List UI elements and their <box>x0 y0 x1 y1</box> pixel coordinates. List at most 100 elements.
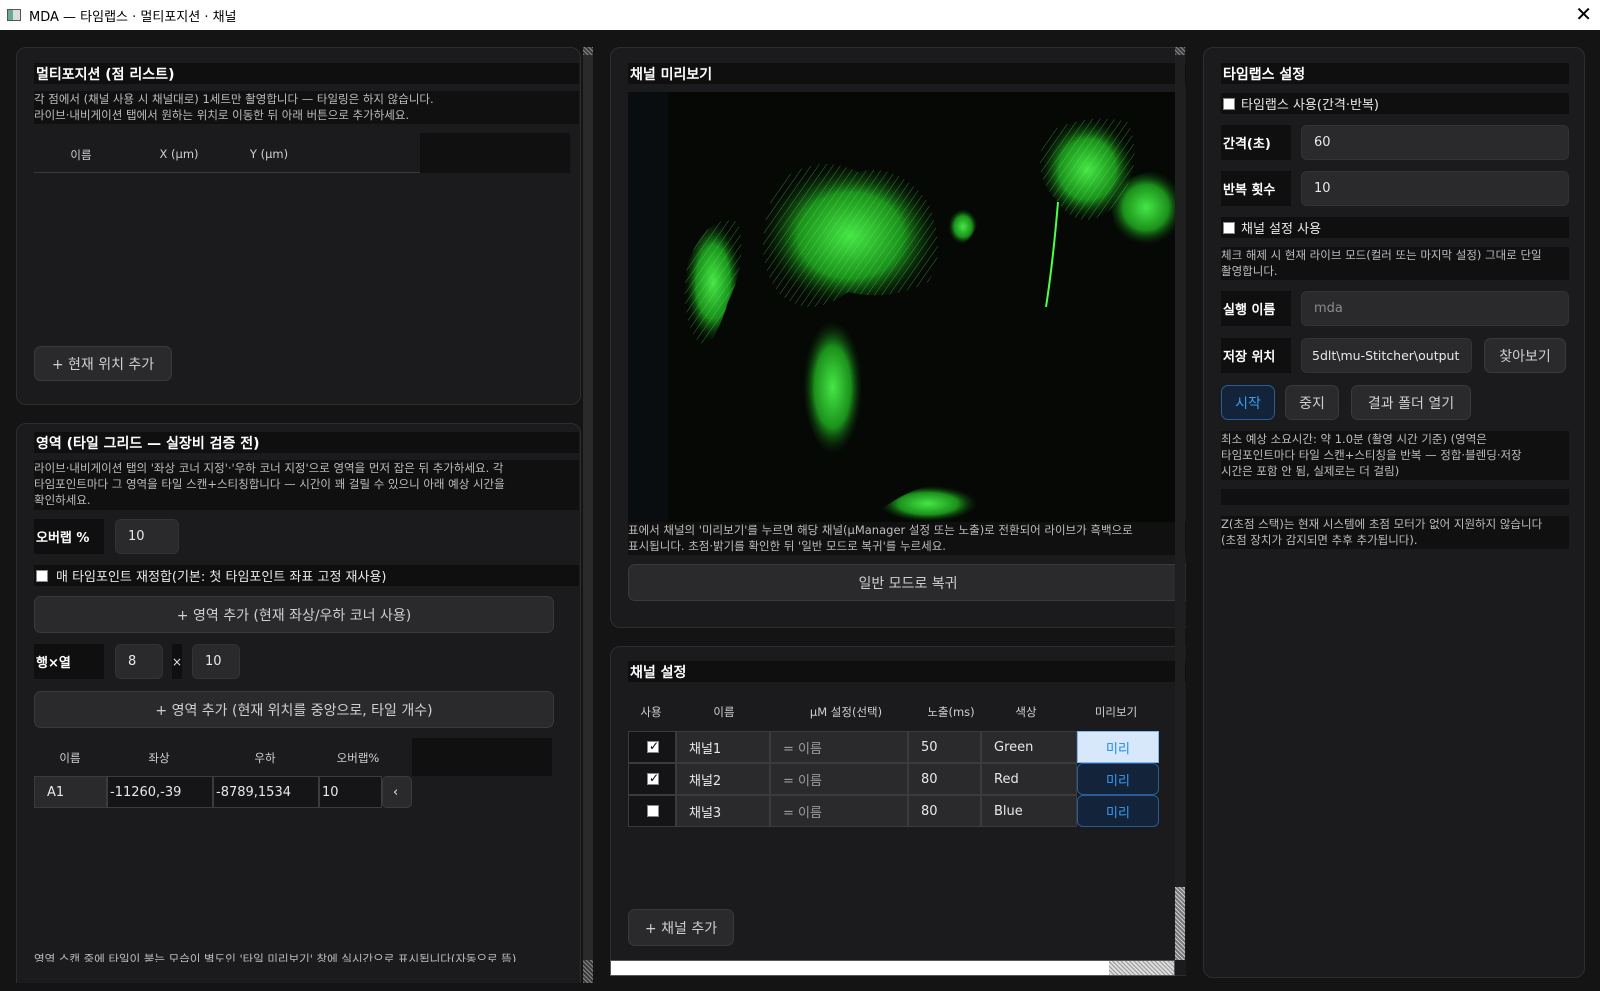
col-color: 색상 <box>1015 705 1037 719</box>
timelapse-use-row[interactable]: 타임랩스 사용(간격·반복) <box>1221 93 1569 114</box>
middle-scrollbar[interactable] <box>1175 47 1185 960</box>
channel-color-cell[interactable]: Green <box>981 731 1077 763</box>
channel-settings-use-label: 채널 설정 사용 <box>1241 222 1322 237</box>
table-row[interactable]: A1 -11260,-39 -8789,1534 10 ‹ <box>34 776 412 808</box>
left-scrollbar-thumb-bottom[interactable] <box>583 960 593 983</box>
channel-use-checkbox[interactable] <box>647 739 659 753</box>
run-name-label: 실행 이름 <box>1221 291 1291 326</box>
add-region-corner-button[interactable]: + 영역 추가 (현재 좌상/우하 코너 사용) <box>34 596 554 633</box>
timelapse-use-checkbox[interactable] <box>1223 97 1235 110</box>
region-br-cell[interactable]: -8789,1534 <box>213 776 319 808</box>
open-result-folder-button[interactable]: 결과 폴더 열기 <box>1351 385 1471 420</box>
channel-name-cell[interactable]: 채널1 <box>676 731 770 763</box>
col-y: Y (µm) <box>249 147 289 161</box>
region-table-header-filler <box>412 738 552 776</box>
channel-use-cell[interactable] <box>628 795 676 827</box>
region-table: 이름 좌상 우하 오버랩% A1 -11260,-39 -8789,1534 1… <box>34 738 579 828</box>
realign-checkbox-row[interactable]: 매 타임포인트 재정합(기본: 첫 타임포인트 좌표 고정 재사용) <box>34 565 579 586</box>
col-use: 사용 <box>640 705 662 719</box>
preview-title: 채널 미리보기 <box>628 63 1186 84</box>
region-note-line: 라이브·내비게이션 탭의 '좌상 코너 지정'·'우하 코너 지정'으로 영역을… <box>34 461 504 475</box>
middle-scrollbar-thumb[interactable] <box>1175 887 1185 960</box>
channel-exposure-cell[interactable]: 80 <box>908 795 981 827</box>
col-exposure: 노출(ms) <box>927 705 975 719</box>
repeat-input[interactable]: 10 <box>1301 171 1569 206</box>
channel-name-cell[interactable]: 채널2 <box>676 763 770 795</box>
channel-use-note-line: 촬영합니다. <box>1221 264 1278 278</box>
table-row[interactable]: 채널1 = 이름 50 Green 미리 <box>628 731 1186 763</box>
col-preview: 미리보기 <box>1094 705 1138 719</box>
col-channel-name: 이름 <box>713 705 735 719</box>
left-scrollbar[interactable] <box>583 47 593 983</box>
channel-preview-button[interactable]: 미리 <box>1077 731 1159 763</box>
window-titlebar: MDA — 타임랩스 · 멀티포지션 · 채널 ✕ <box>0 0 1600 30</box>
close-icon[interactable]: ✕ <box>1575 2 1592 26</box>
add-region-center-button[interactable]: + 영역 추가 (현재 위치를 중앙으로, 타일 개수) <box>34 691 554 728</box>
point-table: 이름 X (µm) Y (µm) <box>34 133 579 323</box>
channel-name-cell[interactable]: 채널3 <box>676 795 770 827</box>
browse-button[interactable]: 찾아보기 <box>1484 338 1566 373</box>
region-bottom-note: 영역 스캔 중에 타일이 붙는 모습이 별도인 '타일 미리보기' 창에 실시간… <box>34 952 517 962</box>
region-overlap-cell[interactable]: 10 <box>319 776 382 808</box>
realign-label: 매 타임포인트 재정합(기본: 첫 타임포인트 좌표 고정 재사용) <box>56 570 387 585</box>
col-region-name: 이름 <box>59 751 81 765</box>
rows-input[interactable]: 8 <box>115 644 163 679</box>
restore-normal-mode-button[interactable]: 일반 모드로 복귀 <box>628 564 1186 601</box>
start-button[interactable]: 시작 <box>1221 385 1275 420</box>
app-icon <box>7 9 21 21</box>
channel-exposure-cell[interactable]: 50 <box>908 731 981 763</box>
point-table-header-filler <box>420 133 570 173</box>
preview-note: 표에서 채널의 '미리보기'를 누르면 해당 채널(µManager 설정 또는… <box>628 522 1186 555</box>
add-current-position-button[interactable]: + 현재 위치 추가 <box>34 346 172 381</box>
run-name-input[interactable]: mda <box>1301 291 1569 326</box>
table-row[interactable]: 채널3 = 이름 80 Blue 미리 <box>628 795 1186 827</box>
channel-color-cell[interactable]: Red <box>981 763 1077 795</box>
channel-settings-use-checkbox[interactable] <box>1223 221 1235 234</box>
channel-use-cell[interactable] <box>628 763 676 795</box>
left-scrollbar-thumb[interactable] <box>583 47 593 55</box>
channel-preview-button[interactable]: 미리 <box>1077 795 1159 827</box>
channel-settings-title: 채널 설정 <box>628 661 1186 682</box>
interval-label: 간격(초) <box>1221 125 1291 160</box>
stop-button[interactable]: 중지 <box>1285 385 1339 420</box>
cols-input[interactable]: 10 <box>192 644 240 679</box>
multiposition-note: 각 점에서 (채널 사용 시 채널대로) 1세트만 촬영합니다 — 타일링은 하… <box>34 91 579 124</box>
channel-config-cell[interactable]: = 이름 <box>770 731 908 763</box>
repeat-label: 반복 횟수 <box>1221 171 1291 206</box>
channel-exposure-cell[interactable]: 80 <box>908 763 981 795</box>
estimate-note-line: 시간은 포함 안 됨, 실제로는 더 걸림) <box>1221 464 1400 478</box>
middle-hscrollbar[interactable] <box>610 960 1175 976</box>
middle-scrollbar-thumb-top[interactable] <box>1175 47 1185 55</box>
channel-use-note-line: 체크 해제 시 현재 라이브 모드(컬러 또는 마지막 설정) 그대로 단일 <box>1221 248 1542 262</box>
cell-fluorescence-image <box>628 92 1184 522</box>
estimate-note-line: 타임포인트마다 타일 스캔+스티칭을 반복 — 정합·블렌딩·저장 <box>1221 448 1522 462</box>
multiposition-note-line: 라이브·내비게이션 탭에서 원하는 위치로 이동한 뒤 아래 버튼으로 추가하세… <box>34 108 410 122</box>
preview-note-line: 표에서 채널의 '미리보기'를 누르면 해당 채널(µManager 설정 또는… <box>628 523 1133 537</box>
middle-hscrollbar-thumb[interactable] <box>1109 961 1174 975</box>
region-tl-cell[interactable]: -11260,-39 <box>107 776 213 808</box>
channel-config-cell[interactable]: = 이름 <box>770 795 908 827</box>
channel-use-cell[interactable] <box>628 731 676 763</box>
col-name: 이름 <box>70 148 92 162</box>
region-row-action-button[interactable]: ‹ <box>382 776 412 808</box>
channel-use-row[interactable]: 채널 설정 사용 <box>1221 217 1569 238</box>
save-location-label: 저장 위치 <box>1221 338 1291 373</box>
channel-settings-panel: 채널 설정 사용 이름 µM 설정(선택) 노출(ms) 색상 미리보기 채널1… <box>610 646 1186 976</box>
channel-preview-button[interactable]: 미리 <box>1077 763 1159 795</box>
table-row[interactable]: 채널2 = 이름 80 Red 미리 <box>628 763 1186 795</box>
channel-use-checkbox[interactable] <box>647 771 659 785</box>
region-panel: 영역 (타일 그리드 — 실장비 검증 전) 라이브·내비게이션 탭의 '좌상 … <box>16 423 581 983</box>
channel-config-cell[interactable]: = 이름 <box>770 763 908 795</box>
channel-use-checkbox[interactable] <box>647 805 659 817</box>
add-channel-button[interactable]: + 채널 추가 <box>628 909 734 946</box>
overlap-input[interactable]: 10 <box>115 519 179 554</box>
channel-color-cell[interactable]: Blue <box>981 795 1077 827</box>
region-name-cell[interactable]: A1 <box>34 776 107 808</box>
region-note: 라이브·내비게이션 탭의 '좌상 코너 지정'·'우하 코너 지정'으로 영역을… <box>34 460 579 510</box>
save-location-input[interactable]: 5dlt\mu-Stitcher\output <box>1301 338 1472 373</box>
interval-input[interactable]: 60 <box>1301 125 1569 160</box>
timelapse-panel: 타임랩스 설정 타임랩스 사용(간격·반복) 간격(초) 60 반복 횟수 10… <box>1203 47 1585 978</box>
timelapse-title: 타임랩스 설정 <box>1221 63 1569 84</box>
channel-preview-panel: 채널 미리보기 표에서 채널의 '미리보기'를 누르면 해당 채널(µManag… <box>610 47 1186 628</box>
realign-checkbox[interactable] <box>36 569 48 582</box>
